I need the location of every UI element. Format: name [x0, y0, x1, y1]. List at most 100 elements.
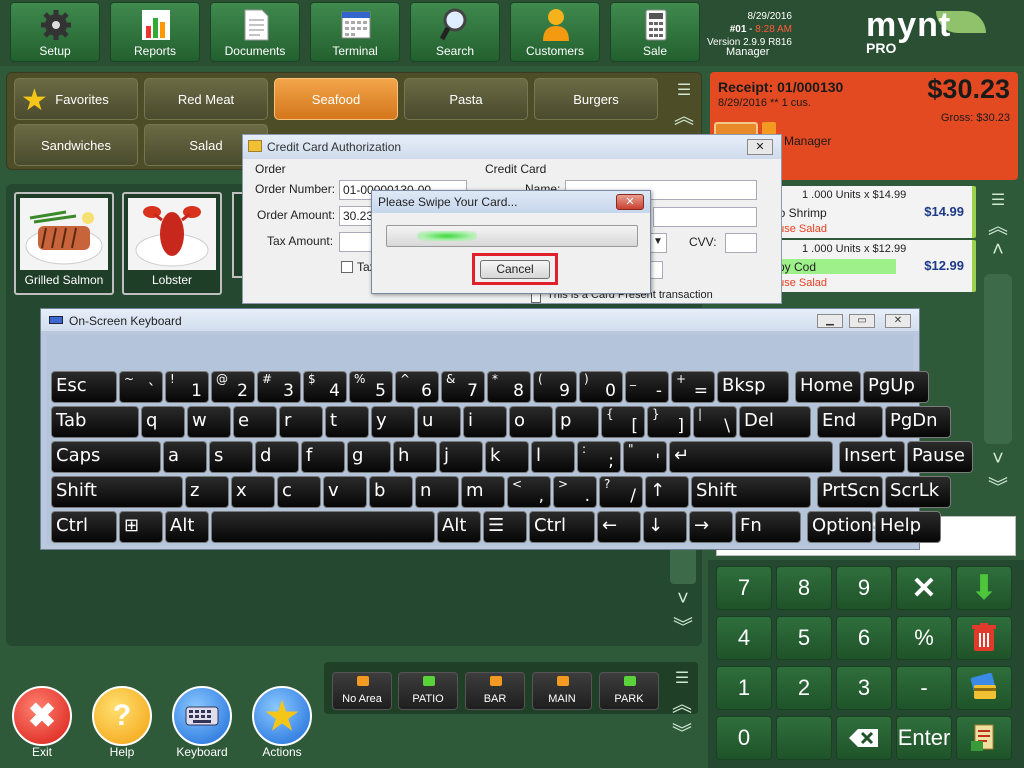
category-sandwiches[interactable]: Sandwiches	[14, 124, 138, 166]
osk-key[interactable]: c	[277, 476, 321, 508]
osk-key[interactable]: l	[531, 441, 575, 473]
key-6[interactable]: 6	[836, 616, 892, 660]
osk-key[interactable]: ScrLk	[885, 476, 951, 508]
osk-key[interactable]: i	[463, 406, 507, 438]
order-scroll-down[interactable]: ˅ ︾	[986, 448, 1010, 500]
osk-key[interactable]: Fn	[735, 511, 801, 543]
exit-button[interactable]: ✖	[12, 686, 72, 746]
backspace-key[interactable]	[836, 716, 892, 760]
osk-key[interactable]: a	[163, 441, 207, 473]
osk-key[interactable]: <,	[507, 476, 551, 508]
key-minus[interactable]: -	[896, 666, 952, 710]
category-seafood[interactable]: Seafood	[274, 78, 398, 120]
osk-key[interactable]: }]	[647, 406, 691, 438]
osk-key[interactable]: * 8	[487, 371, 531, 403]
cancel-button[interactable]: Cancel	[480, 260, 550, 279]
osk-key[interactable]: Pause	[907, 441, 973, 473]
area-no-area[interactable]: No Area	[332, 672, 392, 710]
reports-button[interactable]: Reports	[110, 2, 200, 62]
order-scroll-up[interactable]: ☰ ︽ ˄	[986, 190, 1010, 262]
key-0[interactable]: 0	[716, 716, 772, 760]
customers-button[interactable]: Customers	[510, 2, 600, 62]
card-number-field[interactable]	[653, 207, 757, 227]
clear-key[interactable]: ✕	[896, 566, 952, 610]
area-patio[interactable]: PATIO	[398, 672, 458, 710]
payment-key[interactable]	[956, 666, 1012, 710]
osk-key[interactable]: u	[417, 406, 461, 438]
order-scroll-track[interactable]	[984, 274, 1012, 444]
terminal-button[interactable]: Terminal	[310, 2, 400, 62]
osk-key[interactable]: Ctrl	[529, 511, 595, 543]
osk-key[interactable]: ↵	[669, 441, 833, 473]
osk-key[interactable]: Esc	[51, 371, 117, 403]
osk-key[interactable]: ←	[597, 511, 641, 543]
osk-key[interactable]: d	[255, 441, 299, 473]
osk-key[interactable]: $4	[303, 371, 347, 403]
key-percent[interactable]: %	[896, 616, 952, 660]
help-button[interactable]: ?	[92, 686, 152, 746]
enter-key[interactable]: Enter	[896, 716, 952, 760]
osk-key[interactable]: >.	[553, 476, 597, 508]
osk-key[interactable]: p	[555, 406, 599, 438]
osk-restore-button[interactable]: ▭	[849, 314, 875, 328]
osk-key[interactable]: Alt	[437, 511, 481, 543]
area-park[interactable]: PARK	[599, 672, 659, 710]
osk-key[interactable]: Shift	[691, 476, 811, 508]
osk-key[interactable]: ⊞	[119, 511, 163, 543]
osk-key[interactable]: Bksp	[717, 371, 789, 403]
key-2[interactable]: 2	[776, 666, 832, 710]
osk-key[interactable]: ! 1	[165, 371, 209, 403]
osk-key[interactable]: t	[325, 406, 369, 438]
category-favorites[interactable]: ★ Favorites	[14, 78, 138, 120]
osk-key[interactable]: f	[301, 441, 345, 473]
actions-button[interactable]: ★	[252, 686, 312, 746]
osk-key[interactable]: x	[231, 476, 275, 508]
osk-key[interactable]: Tab	[51, 406, 139, 438]
placeholder-key[interactable]	[776, 716, 832, 760]
osk-key[interactable]: g	[347, 441, 391, 473]
osk-minimize-button[interactable]: ▁	[817, 314, 843, 328]
osk-key[interactable]: & 7	[441, 371, 485, 403]
key-7[interactable]: 7	[716, 566, 772, 610]
key-5[interactable]: 5	[776, 616, 832, 660]
osk-key[interactable]: Help	[875, 511, 941, 543]
cc-dialog-close-button[interactable]: ✕	[747, 139, 773, 155]
key-1[interactable]: 1	[716, 666, 772, 710]
osk-key[interactable]: z	[185, 476, 229, 508]
osk-key[interactable]: Caps	[51, 441, 161, 473]
item-card-partial[interactable]	[232, 192, 242, 278]
osk-key[interactable]: ☰	[483, 511, 527, 543]
osk-key[interactable]: PgDn	[885, 406, 951, 438]
key-9[interactable]: 9	[836, 566, 892, 610]
osk-key[interactable]: PgUp	[863, 371, 929, 403]
osk-close-button[interactable]: ✕	[885, 314, 911, 328]
keyboard-button[interactable]	[172, 686, 232, 746]
osk-key[interactable]: k	[485, 441, 529, 473]
osk-key[interactable]: y	[371, 406, 415, 438]
osk-key[interactable]: b	[369, 476, 413, 508]
category-scroll[interactable]: ☰ ︽	[672, 80, 696, 129]
card-present-checkbox[interactable]	[531, 293, 541, 303]
search-button[interactable]: Search	[410, 2, 500, 62]
osk-key[interactable]: m	[461, 476, 505, 508]
osk-key[interactable]: v	[323, 476, 367, 508]
osk-key[interactable]: w	[187, 406, 231, 438]
osk-key[interactable]: ~ `	[119, 371, 163, 403]
osk-key[interactable]: s	[209, 441, 253, 473]
osk-key[interactable]: q	[141, 406, 185, 438]
area-scroll[interactable]: ☰ ︽ ︾	[670, 668, 694, 746]
osk-key[interactable]: Ctrl	[51, 511, 117, 543]
osk-key[interactable]: Shift	[51, 476, 183, 508]
osk-key[interactable]: j	[439, 441, 483, 473]
expiry-dropdown[interactable]: ▼	[649, 233, 667, 253]
print-key[interactable]	[956, 716, 1012, 760]
osk-key[interactable]: Options	[807, 511, 881, 543]
osk-key[interactable]: r	[279, 406, 323, 438]
setup-button[interactable]: Setup	[10, 2, 100, 62]
osk-key[interactable]: →	[689, 511, 733, 543]
key-4[interactable]: 4	[716, 616, 772, 660]
swipe-dialog-close-button[interactable]: ✕	[616, 194, 644, 210]
cvv-field[interactable]	[725, 233, 757, 253]
osk-key[interactable]: + =	[671, 371, 715, 403]
osk-key[interactable]: @2	[211, 371, 255, 403]
